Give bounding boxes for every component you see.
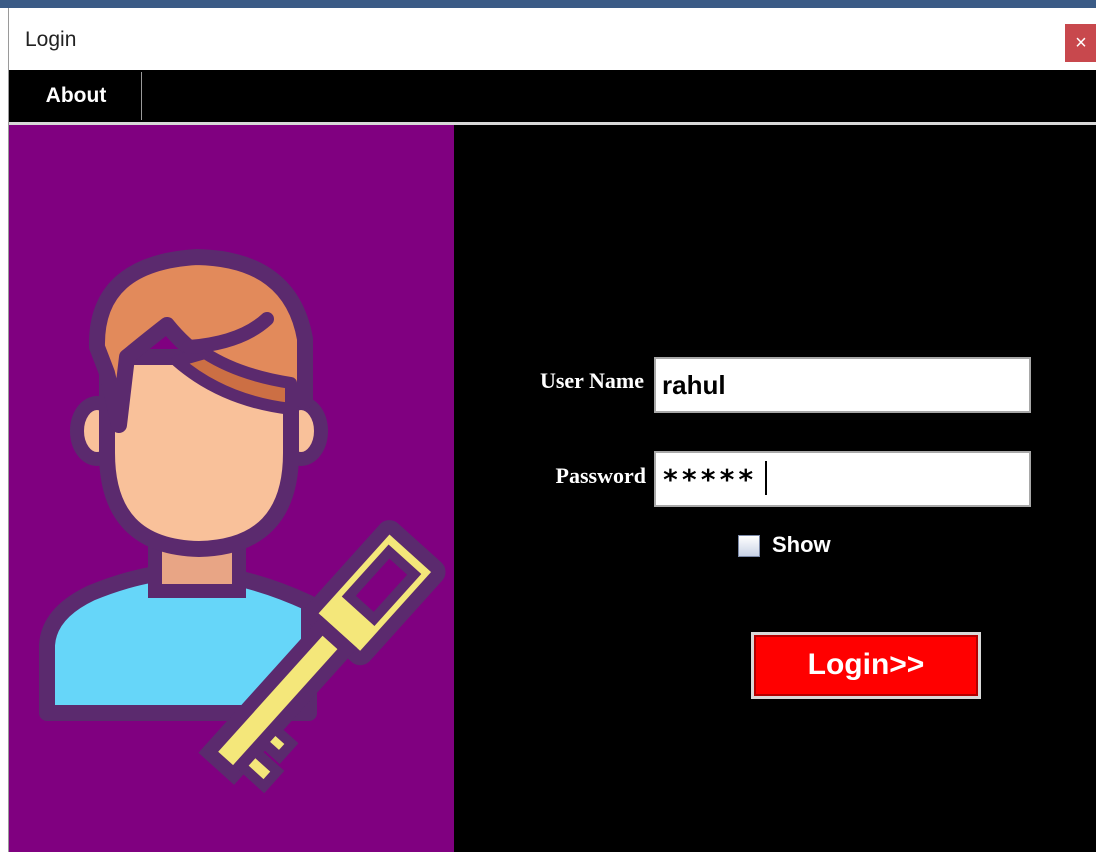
password-label: Password (555, 463, 646, 488)
password-input[interactable] (654, 451, 1031, 507)
menu-item-about[interactable]: About (11, 72, 142, 120)
user-with-key-icon (39, 249, 446, 794)
close-icon: × (1075, 32, 1087, 54)
username-input[interactable] (654, 357, 1031, 413)
close-button[interactable]: × (1065, 24, 1096, 62)
show-password-checkbox[interactable] (738, 535, 760, 557)
text-caret (765, 461, 767, 495)
menu-bar: About (9, 70, 1096, 122)
title-bar[interactable]: Login × (9, 8, 1096, 70)
login-form-panel: User Name Password Show Login>> (454, 125, 1096, 852)
window-title: Login (25, 28, 77, 51)
desktop-background (0, 0, 1096, 8)
login-window: Login × About User Name rahul Password *… (8, 8, 1096, 852)
username-label: User Name (539, 368, 644, 393)
login-button[interactable]: Login>> (751, 632, 981, 699)
illustration-panel (9, 125, 454, 852)
show-password-label[interactable]: Show (772, 532, 831, 558)
